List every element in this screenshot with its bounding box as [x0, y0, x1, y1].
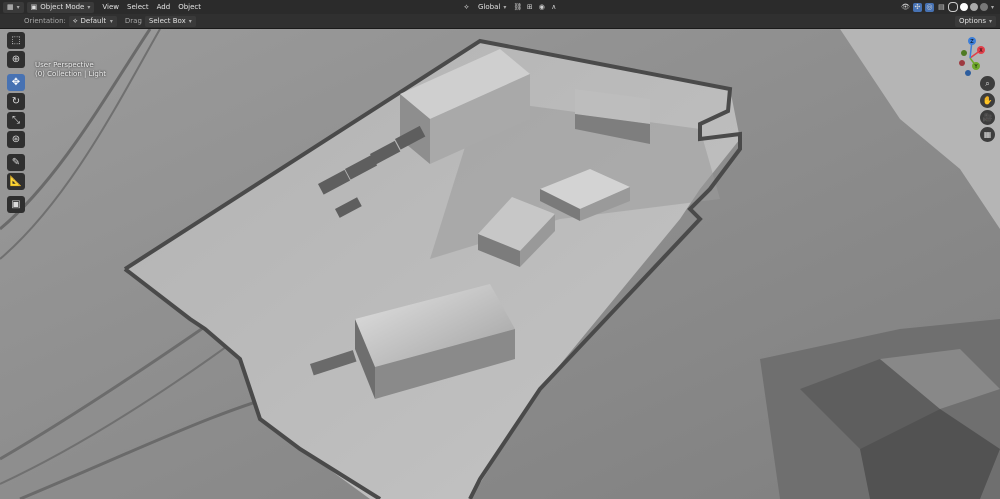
orientation-icon: ⟡: [72, 16, 78, 25]
gizmo-x-label: X: [979, 48, 983, 54]
mode-label: Object Mode: [40, 3, 85, 11]
proportional-edit-icon[interactable]: ◉: [537, 3, 546, 12]
drag-label: Drag: [124, 17, 142, 25]
select-box-icon[interactable]: ⬚: [7, 32, 25, 49]
tool-shelf: ⬚ ⊕ ✥ ↻ ⤡ ⊛ ✎ 📐 ▣: [5, 32, 27, 215]
chevron-down-icon: ▾: [87, 3, 91, 11]
transform-icon[interactable]: ⊛: [7, 131, 25, 148]
editor-type-button[interactable]: ▦ ▾: [3, 1, 24, 13]
chevron-down-icon: ▾: [188, 17, 192, 25]
header-bar: ▦ ▾ ▣ Object Mode ▾ View Select Add Objec…: [0, 0, 1000, 15]
chevron-down-icon: ▾: [988, 17, 992, 25]
camera-icon[interactable]: 🎥: [980, 110, 995, 125]
tool-settings-bar: Orientation: ⟡ Default ▾ Drag Select Box…: [0, 14, 1000, 29]
hand-pan-icon[interactable]: ✋: [980, 93, 995, 108]
rotate-icon[interactable]: ↻: [7, 93, 25, 110]
chevron-down-icon: ▾: [109, 17, 113, 25]
options-button[interactable]: Options ▾: [954, 15, 996, 27]
transform-orientation-icon: ⟡: [464, 2, 469, 11]
annotate-icon[interactable]: ✎: [7, 154, 25, 171]
wireframe-shading-icon[interactable]: [947, 2, 958, 12]
gizmo-neg-x-axis[interactable]: [959, 60, 965, 66]
menu-add[interactable]: Add: [157, 3, 171, 11]
drag-value: Select Box: [148, 17, 186, 25]
add-cube-icon[interactable]: ▣: [7, 196, 25, 213]
3d-viewport[interactable]: User Perspective (0) Collection | Light …: [0, 29, 1000, 499]
material-shading-icon[interactable]: [969, 3, 978, 11]
options-label: Options: [958, 17, 986, 25]
drag-dropdown[interactable]: Select Box ▾: [144, 15, 196, 27]
orientation-value: Default: [80, 17, 107, 25]
grid-icon: ▦: [7, 3, 14, 11]
scale-icon[interactable]: ⤡: [7, 112, 25, 129]
overlay-toggle-icon[interactable]: ◎: [924, 2, 934, 12]
move-icon[interactable]: ✥: [7, 74, 25, 91]
grid-view-icon[interactable]: ▦: [980, 127, 995, 142]
gizmo-neg-z-axis[interactable]: [965, 70, 971, 76]
measure-icon[interactable]: 📐: [7, 173, 25, 190]
orientation-label: Orientation:: [24, 17, 66, 25]
transform-orientation-label: Global: [478, 3, 501, 11]
collection-label: (0) Collection | Light: [35, 70, 107, 78]
xray-icon[interactable]: ▤: [937, 3, 946, 12]
scene-render: [0, 29, 1000, 499]
gizmo-toggle-icon[interactable]: ✣: [912, 2, 922, 12]
orientation-dropdown[interactable]: ⟡ Default ▾: [68, 15, 117, 27]
mode-selector[interactable]: ▣ Object Mode ▾: [26, 1, 95, 13]
chevron-down-icon: ▾: [503, 3, 507, 11]
pivot-icon[interactable]: ⛓: [513, 3, 522, 12]
cursor-icon[interactable]: ⊕: [7, 51, 25, 68]
transform-orientation-selector[interactable]: Global ▾: [474, 2, 510, 13]
object-mode-icon: ▣: [30, 3, 38, 11]
chevron-down-icon[interactable]: ▾: [991, 4, 994, 11]
viewport-info: User Perspective (0) Collection | Light: [35, 61, 106, 79]
menu-object[interactable]: Object: [178, 3, 201, 11]
visibility-icon[interactable]: 👁: [901, 3, 910, 12]
solid-shading-icon[interactable]: [959, 3, 968, 11]
gizmo-neg-y-axis[interactable]: [961, 50, 967, 56]
snap-icon[interactable]: ⊞: [525, 3, 534, 12]
gizmo-z-label: Z: [970, 39, 974, 45]
falloff-icon[interactable]: ∧: [549, 3, 558, 12]
navigation-gizmo[interactable]: Z X Y: [948, 33, 998, 83]
menu-select[interactable]: Select: [127, 3, 149, 11]
zoom-icon[interactable]: ⌕: [980, 76, 995, 91]
rendered-shading-icon[interactable]: [979, 3, 988, 11]
menu-view[interactable]: View: [102, 3, 119, 11]
view-perspective-label: User Perspective: [35, 61, 94, 69]
